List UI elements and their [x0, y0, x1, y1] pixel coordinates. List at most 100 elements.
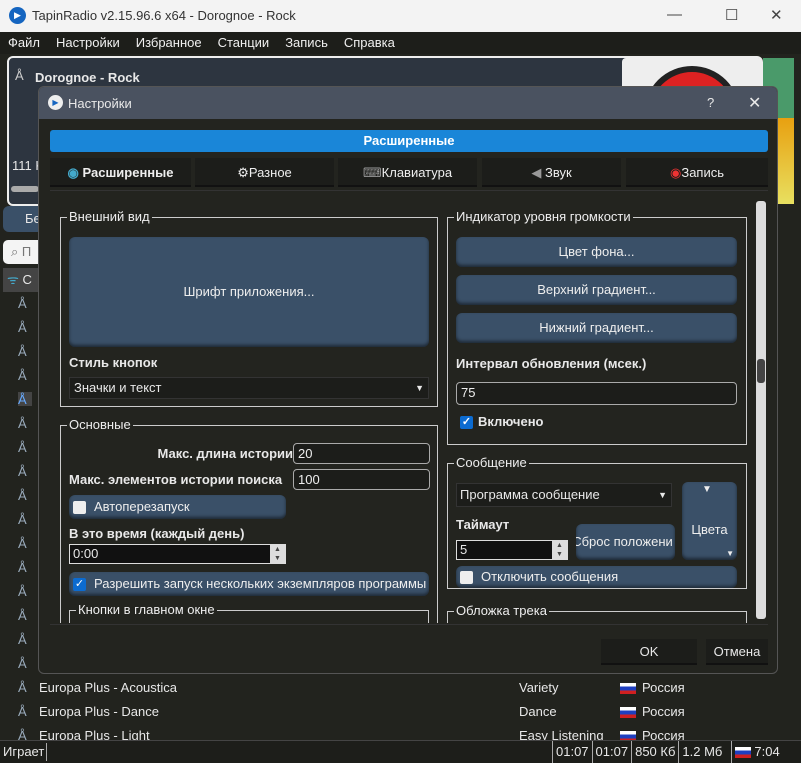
disable-messages-checkbox[interactable]: Отключить сообщения	[456, 566, 737, 588]
status-bar: Играет 01:07 01:07 850 Кб 1.2 Мб 7:04	[0, 740, 801, 763]
chevron-down-icon: ▼	[702, 484, 712, 495]
help-button[interactable]: ?	[707, 95, 714, 110]
app-font-button[interactable]: Шрифт приложения...	[69, 237, 429, 347]
station-name: Dorognoe - Rock	[35, 70, 140, 85]
timeout-input[interactable]: 5 ▲ ▼	[456, 540, 568, 560]
spinner-icon[interactable]: ▲ ▼	[552, 541, 567, 559]
close-button[interactable]: ✕	[770, 6, 783, 24]
checkbox-icon	[73, 501, 86, 515]
cover-group: Обложка трека	[447, 603, 747, 623]
antenna-icon: Å	[18, 560, 27, 575]
settings-dialog: ▶ Настройки ? ✕ Расширенные ◉ Расширенны…	[38, 86, 778, 674]
antenna-icon: Å	[18, 632, 27, 647]
reset-position-button[interactable]: Сброс положени	[576, 524, 675, 560]
group-legend: Основные	[67, 417, 133, 432]
tab-partial[interactable]: Бе	[3, 206, 43, 232]
search-input[interactable]: ⌕ П	[3, 240, 43, 264]
spinner-icon[interactable]: ▲ ▼	[270, 545, 285, 563]
interval-input[interactable]: 75	[456, 382, 737, 405]
flag-icon	[735, 747, 752, 759]
top-gradient-button[interactable]: Верхний градиент...	[456, 275, 737, 305]
ok-button[interactable]: OK	[601, 639, 697, 665]
elapsed-time: 01:07	[552, 741, 592, 763]
chevron-down-icon: ▼	[726, 549, 734, 558]
menu-bar: Файл Настройки Избранное Станции Запись Справ…	[0, 32, 801, 54]
flag-icon	[620, 683, 636, 695]
maximize-button[interactable]: ☐	[725, 6, 738, 24]
colors-button[interactable]: ▼ Цвета ▼	[682, 482, 737, 560]
enabled-checkbox[interactable]: ✓ Включено	[460, 414, 544, 430]
menu-settings[interactable]: Настройки	[48, 32, 128, 50]
gear-icon: ⚙	[237, 165, 249, 180]
tab-keyboard[interactable]: ⌨Клавиатура	[338, 158, 477, 187]
title-bar: ▶ TapinRadio v2.15.96.6 x64 - Dorognoe -…	[0, 0, 801, 32]
max-search-input[interactable]: 100	[293, 469, 430, 490]
station-name: Europa Plus - Acoustica	[39, 680, 178, 695]
station-genre: Variety	[519, 680, 559, 695]
app-icon: ▶	[9, 7, 26, 24]
clock: 7:04	[754, 744, 780, 759]
antenna-icon: Å	[18, 320, 27, 335]
station-genre: Dance	[519, 704, 557, 719]
antenna-icon: Å	[18, 392, 32, 407]
checkbox-icon	[460, 571, 473, 585]
menu-stations[interactable]: Станции	[210, 32, 278, 50]
keyboard-icon: ⌨	[362, 165, 382, 180]
dialog-close-button[interactable]: ✕	[748, 93, 761, 113]
multi-instance-checkbox[interactable]: ✓ Разрешить запуск нескольких экземпляров…	[69, 572, 429, 596]
chevron-down-icon: ▼	[658, 490, 667, 500]
station-country: Россия	[642, 680, 685, 695]
time-input[interactable]: 0:00 ▲ ▼	[69, 544, 286, 564]
antenna-icon: Å	[18, 536, 27, 551]
max-search-label: Макс. элементов истории поиска	[69, 472, 283, 487]
appearance-group: Внешний вид Шрифт приложения... Стиль кн…	[60, 209, 438, 407]
message-type-select[interactable]: Программа сообщение ▼	[456, 483, 672, 507]
window-title: TapinRadio v2.15.96.6 x64 - Dorognoe - R…	[32, 8, 296, 23]
station-row[interactable]: Å Europa Plus - Dance Dance Россия	[0, 700, 801, 724]
tab-sound[interactable]: ◀ Звук	[482, 158, 621, 187]
autorestart-checkbox[interactable]: Автоперезапуск	[69, 495, 286, 519]
record-icon: ◉	[670, 165, 682, 180]
playback-state: Играет	[3, 744, 45, 759]
scrollbar-thumb[interactable]	[757, 359, 765, 383]
app-icon: ▶	[48, 95, 63, 110]
bg-color-button[interactable]: Цвет фона...	[456, 237, 737, 267]
broadcast-icon: ᯤ	[7, 272, 19, 287]
button-style-select[interactable]: Значки и текст ▼	[69, 377, 429, 399]
message-group: Сообщение Программа сообщение ▼ ▼ Цвета ▼ Т…	[447, 455, 747, 589]
tab-record[interactable]: ◉Запись	[626, 158, 768, 187]
menu-record[interactable]: Запись	[277, 32, 336, 50]
tab-advanced[interactable]: ◉ Расширенные	[50, 158, 191, 187]
scrollbar[interactable]	[756, 201, 766, 619]
max-history-input[interactable]: 20	[293, 443, 430, 464]
level-meter	[780, 58, 794, 118]
basic-group: Основные Макс. длина истории 20 Макс. эл…	[60, 417, 438, 623]
station-row[interactable]: Å Europa Plus - Acoustica Variety Россия	[0, 676, 801, 700]
antenna-icon: Å	[18, 608, 27, 623]
settings-scroll-area: Внешний вид Шрифт приложения... Стиль кн…	[50, 197, 768, 623]
antenna-icon: Å	[18, 416, 27, 431]
tab-misc[interactable]: ⚙Разное	[195, 158, 334, 187]
group-legend: Сообщение	[454, 455, 529, 470]
search-icon: ⌕	[11, 244, 19, 259]
checkbox-checked-icon: ✓	[73, 578, 86, 592]
antenna-icon: Å	[18, 704, 27, 719]
menu-help[interactable]: Справка	[336, 32, 403, 50]
antenna-icon: Å	[18, 344, 27, 359]
flag-icon	[620, 707, 636, 719]
interval-label: Интервал обновления (мсек.)	[456, 356, 647, 371]
antenna-icon: Å	[18, 296, 27, 311]
volume-slider[interactable]	[11, 186, 39, 192]
menu-favorites[interactable]: Избранное	[128, 32, 210, 50]
minimize-button[interactable]: —	[667, 6, 682, 23]
antenna-icon: Å	[18, 440, 27, 455]
bottom-gradient-button[interactable]: Нижний градиент...	[456, 313, 737, 343]
antenna-icon: Å	[18, 368, 27, 383]
group-legend: Индикатор уровня громкости	[454, 209, 633, 224]
category-header[interactable]: ᯤ С	[3, 268, 43, 292]
antenna-icon: Å	[18, 584, 27, 599]
time-label: В это время (каждый день)	[69, 526, 245, 541]
menu-file[interactable]: Файл	[0, 32, 48, 50]
cancel-button[interactable]: Отмена	[706, 639, 768, 665]
antenna-icon: Å	[18, 488, 27, 503]
